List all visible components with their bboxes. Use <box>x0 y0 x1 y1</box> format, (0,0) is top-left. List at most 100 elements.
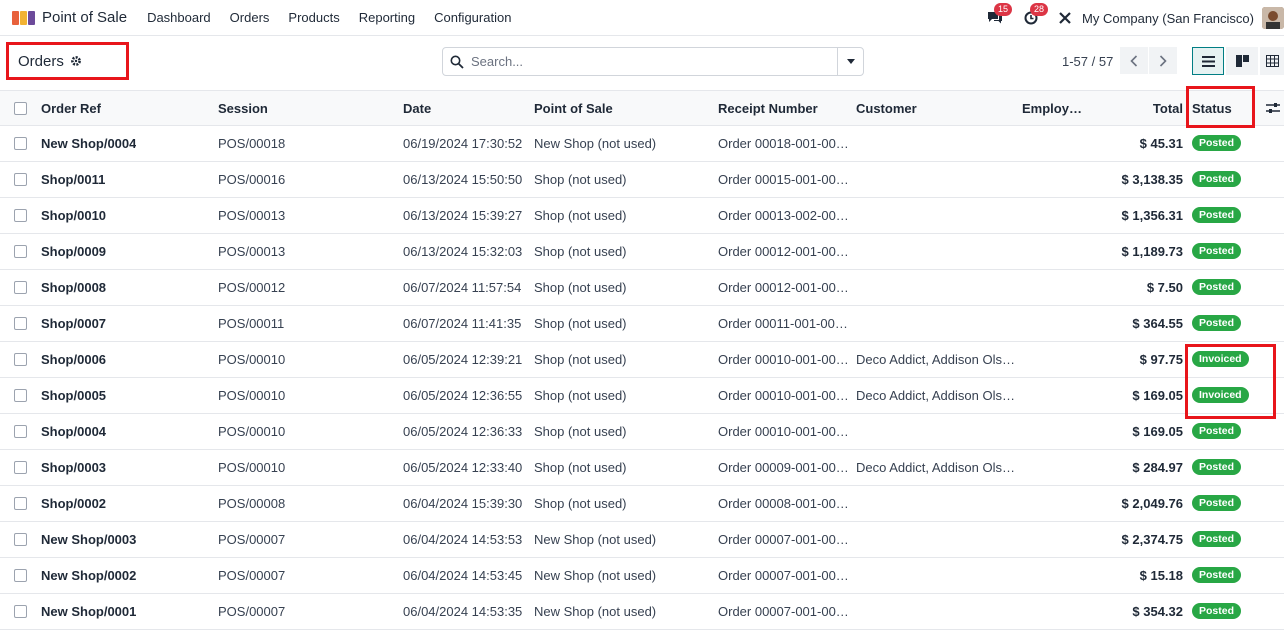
table-row[interactable]: Shop/0005 POS/00010 06/05/2024 12:36:55 Sho… <box>0 378 1284 414</box>
table-row[interactable]: Shop/0004 POS/00010 06/05/2024 12:36:33 Sho… <box>0 414 1284 450</box>
row-checkbox[interactable] <box>14 317 27 330</box>
table-row[interactable]: New Shop/0004 POS/00018 06/19/2024 17:30:5… <box>0 126 1284 162</box>
status-badge: Invoiced <box>1192 387 1249 403</box>
debug-tools-button[interactable] <box>1054 7 1076 29</box>
column-header-employee[interactable]: Employ… <box>1022 91 1082 127</box>
user-avatar[interactable] <box>1262 7 1284 29</box>
cell-order-ref: Shop/0006 <box>41 352 107 367</box>
status-badge: Posted <box>1192 423 1242 439</box>
cell-order-ref: Shop/0004 <box>41 424 107 439</box>
column-header-point-of-sale[interactable]: Point of Sale <box>534 91 613 127</box>
activities-button[interactable]: 28 <box>1020 3 1049 29</box>
status-badge: Posted <box>1192 531 1242 547</box>
table-row[interactable]: New Shop/0002 POS/00007 06/04/2024 14:53:4… <box>0 558 1284 594</box>
select-all-checkbox[interactable] <box>14 102 27 115</box>
table-row[interactable]: Shop/0009 POS/00013 06/13/2024 15:32:03 Sho… <box>0 234 1284 270</box>
row-checkbox[interactable] <box>14 209 27 222</box>
row-checkbox[interactable] <box>14 461 27 474</box>
cell-date: 06/05/2024 12:39:21 <box>403 352 523 367</box>
table-row[interactable]: Shop/0008 POS/00012 06/07/2024 11:57:54 Sho… <box>0 270 1284 306</box>
column-header-session[interactable]: Session <box>218 91 268 127</box>
table-row[interactable]: New Shop/0001 POS/00007 06/04/2024 14:53:3… <box>0 594 1284 630</box>
row-checkbox[interactable] <box>14 533 27 546</box>
cell-receipt-number: Order 00010-001-00… <box>718 388 849 403</box>
list-view-button[interactable] <box>1192 47 1224 75</box>
row-checkbox[interactable] <box>14 173 27 186</box>
row-checkbox[interactable] <box>14 605 27 618</box>
page-title: Orders <box>18 52 64 70</box>
row-checkbox[interactable] <box>14 281 27 294</box>
table-row[interactable]: Shop/0010 POS/00013 06/13/2024 15:39:27 Sho… <box>0 198 1284 234</box>
cell-date: 06/05/2024 12:36:55 <box>403 388 523 403</box>
search-input[interactable] <box>471 48 837 75</box>
table-row[interactable]: Shop/0007 POS/00011 06/07/2024 11:41:35 Sho… <box>0 306 1284 342</box>
cell-date: 06/07/2024 11:41:35 <box>403 316 522 331</box>
tools-icon <box>1059 12 1071 24</box>
cell-date: 06/04/2024 14:53:35 <box>403 604 523 619</box>
cell-session: POS/00010 <box>218 388 286 403</box>
kanban-view-button[interactable] <box>1226 47 1258 75</box>
cell-receipt-number: Order 00007-001-00… <box>718 604 849 619</box>
cell-order-ref: Shop/0002 <box>41 496 107 511</box>
cell-session: POS/00013 <box>218 208 286 223</box>
kanban-icon <box>1235 55 1249 67</box>
cell-receipt-number: Order 00015-001-00… <box>718 172 849 187</box>
table-row[interactable]: Shop/0002 POS/00008 06/04/2024 15:39:30 Sho… <box>0 486 1284 522</box>
cell-receipt-number: Order 00010-001-00… <box>718 352 849 367</box>
messages-count-badge: 15 <box>994 3 1013 16</box>
cell-order-ref: Shop/0007 <box>41 316 107 331</box>
caret-down-icon <box>846 59 855 64</box>
table-row[interactable]: Shop/0003 POS/00010 06/05/2024 12:33:40 Sho… <box>0 450 1284 486</box>
cell-date: 06/13/2024 15:32:03 <box>403 244 523 259</box>
table-row[interactable]: Shop/0006 POS/00010 06/05/2024 12:39:21 Sho… <box>0 342 1284 378</box>
menu-products[interactable]: Products <box>288 10 339 25</box>
menu-orders[interactable]: Orders <box>230 10 270 25</box>
cell-session: POS/00018 <box>218 136 286 151</box>
cell-date: 06/19/2024 17:30:52 <box>403 136 523 151</box>
menu-configuration[interactable]: Configuration <box>434 10 511 25</box>
row-checkbox[interactable] <box>14 389 27 402</box>
status-badge: Posted <box>1192 207 1242 223</box>
row-checkbox[interactable] <box>14 353 27 366</box>
pivot-view-button[interactable] <box>1260 47 1284 75</box>
cell-customer: Deco Addict, Addison Ols… <box>856 460 1015 475</box>
row-checkbox[interactable] <box>14 497 27 510</box>
search-options-toggle[interactable] <box>837 48 863 75</box>
cell-receipt-number: Order 00007-001-00… <box>718 532 849 547</box>
row-checkbox[interactable] <box>14 245 27 258</box>
status-badge: Posted <box>1192 567 1242 583</box>
row-checkbox[interactable] <box>14 425 27 438</box>
optional-columns-icon[interactable] <box>1266 101 1280 115</box>
status-badge: Posted <box>1192 171 1242 187</box>
cell-point-of-sale: Shop (not used) <box>534 244 627 259</box>
column-header-total[interactable]: Total <box>1110 91 1183 127</box>
cell-receipt-number: Order 00018-001-00… <box>718 136 849 151</box>
row-checkbox[interactable] <box>14 569 27 582</box>
company-switcher[interactable]: My Company (San Francisco) <box>1082 11 1254 26</box>
table-row[interactable]: New Shop/0003 POS/00007 06/04/2024 14:53:5… <box>0 522 1284 558</box>
menu-dashboard[interactable]: Dashboard <box>147 10 211 25</box>
column-header-date[interactable]: Date <box>403 91 431 127</box>
pager-next-button[interactable] <box>1149 47 1177 74</box>
messages-button[interactable]: 15 <box>984 3 1013 29</box>
column-header-receipt-number[interactable]: Receipt Number <box>718 91 818 127</box>
cell-total: $ 2,049.76 <box>1121 496 1183 511</box>
column-header-customer[interactable]: Customer <box>856 91 917 127</box>
table-row[interactable]: Shop/0011 POS/00016 06/13/2024 15:50:50 Sho… <box>0 162 1284 198</box>
cell-session: POS/00012 <box>218 280 286 295</box>
cell-order-ref: New Shop/0003 <box>41 532 137 547</box>
column-header-order-ref[interactable]: Order Ref <box>41 91 101 127</box>
pager-value[interactable]: 1-57 / 57 <box>1062 54 1113 69</box>
pager-previous-button[interactable] <box>1120 47 1148 74</box>
status-badge: Posted <box>1192 279 1242 295</box>
cell-total: $ 7.50 <box>1146 280 1183 295</box>
cell-session: POS/00007 <box>218 568 286 583</box>
column-header-status[interactable]: Status <box>1192 91 1232 127</box>
status-badge: Posted <box>1192 243 1242 259</box>
row-checkbox[interactable] <box>14 137 27 150</box>
gear-icon[interactable] <box>70 55 82 67</box>
navbar-systray: 15 28 My Company (San Francisco) <box>984 0 1284 36</box>
cell-total: $ 364.55 <box>1132 316 1183 331</box>
app-brand[interactable]: Point of Sale <box>12 9 127 27</box>
menu-reporting[interactable]: Reporting <box>359 10 415 25</box>
